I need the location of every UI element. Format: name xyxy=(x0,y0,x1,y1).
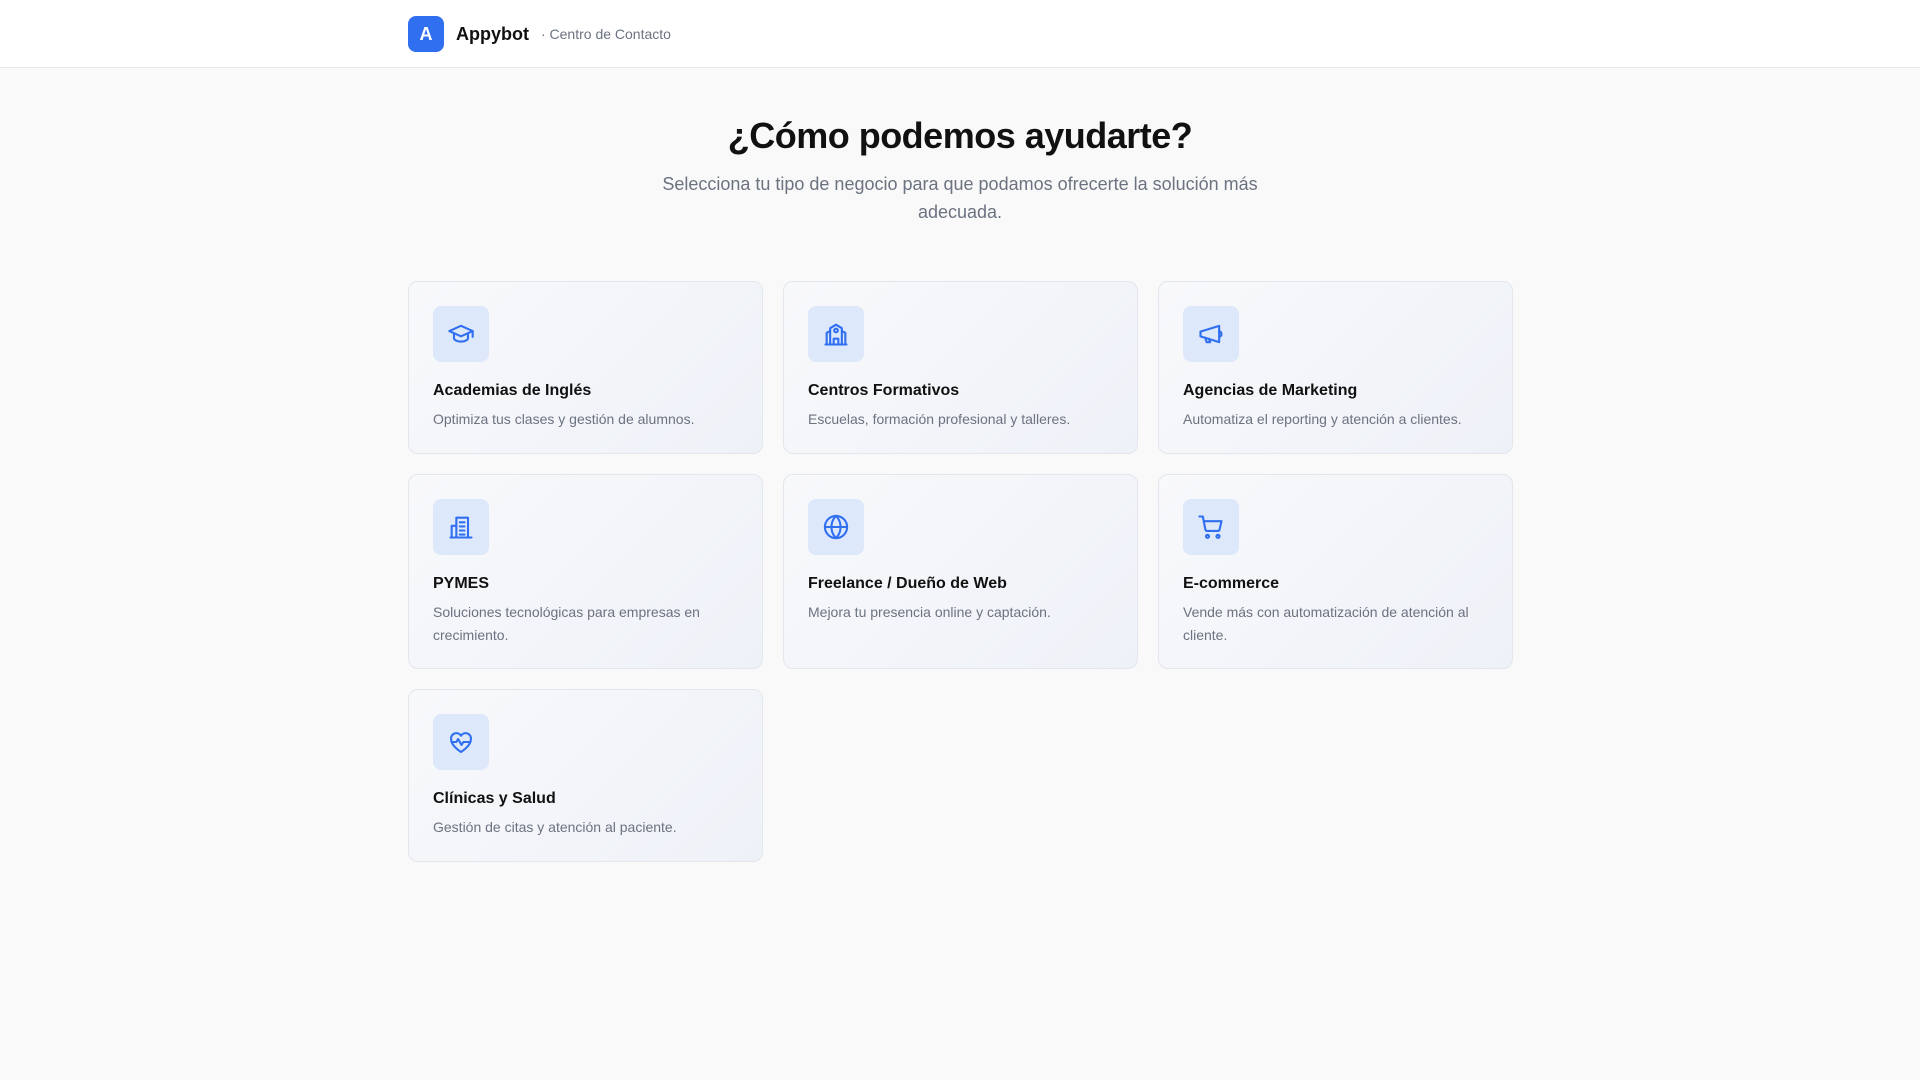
graduation-cap-icon xyxy=(433,306,489,362)
card-description: Mejora tu presencia online y captación. xyxy=(808,604,1051,620)
megaphone-icon xyxy=(1183,306,1239,362)
card-title: E-commerce xyxy=(1183,575,1280,592)
page-title: ¿Cómo podemos ayudarte? xyxy=(727,115,1193,156)
office-building-icon xyxy=(433,499,489,555)
brand-subtitle: · Centro de Contacto xyxy=(540,26,671,42)
shopping-cart-icon xyxy=(1183,499,1239,555)
business-card-academias-ingles[interactable]: Academias de Inglés Optimiza tus clases … xyxy=(408,281,763,454)
card-description: Escuelas, formación profesional y taller… xyxy=(808,411,1071,427)
card-description: Automatiza el reporting y atención a cli… xyxy=(1183,411,1462,427)
page-description: Selecciona tu tipo de negocio para que p… xyxy=(662,174,1258,222)
business-card-pymes[interactable]: PYMES Soluciones tecnológicas para empre… xyxy=(408,474,763,669)
card-title: Centros Formativos xyxy=(808,382,960,399)
top-bar: A Appybot · Centro de Contacto xyxy=(0,0,1920,68)
globe-icon xyxy=(808,499,864,555)
card-title: Clínicas y Salud xyxy=(433,790,556,807)
heart-pulse-icon xyxy=(433,714,489,770)
card-title: Freelance / Dueño de Web xyxy=(808,575,1007,592)
card-description: Soluciones tecnológicas para empresas en… xyxy=(433,604,700,643)
business-card-agencias-marketing[interactable]: Agencias de Marketing Automatiza el repo… xyxy=(1158,281,1513,454)
business-card-centros-formativos[interactable]: Centros Formativos Escuelas, formación p… xyxy=(783,281,1138,454)
card-title: PYMES xyxy=(433,575,490,592)
business-card-ecommerce[interactable]: E-commerce Vende más con automatización … xyxy=(1158,474,1513,669)
hero: ¿Cómo podemos ayudarte? Selecciona tu ti… xyxy=(0,110,1920,226)
business-type-grid: Academias de Inglés Optimiza tus clases … xyxy=(408,281,1513,862)
business-card-clinicas-salud[interactable]: Clínicas y Salud Gestión de citas y aten… xyxy=(408,689,763,862)
card-description: Vende más con automatización de atención… xyxy=(1183,604,1469,643)
card-description: Gestión de citas y atención al paciente. xyxy=(433,819,677,835)
card-title: Academias de Inglés xyxy=(433,382,592,399)
card-description: Optimiza tus clases y gestión de alumnos… xyxy=(433,411,695,427)
card-title: Agencias de Marketing xyxy=(1183,382,1358,399)
brand[interactable]: A Appybot · Centro de Contacto xyxy=(408,16,671,52)
brand-logo[interactable]: A xyxy=(408,16,444,52)
school-building-icon xyxy=(808,306,864,362)
business-card-freelance-web[interactable]: Freelance / Dueño de Web Mejora tu prese… xyxy=(783,474,1138,669)
brand-name[interactable]: Appybot xyxy=(456,24,529,45)
